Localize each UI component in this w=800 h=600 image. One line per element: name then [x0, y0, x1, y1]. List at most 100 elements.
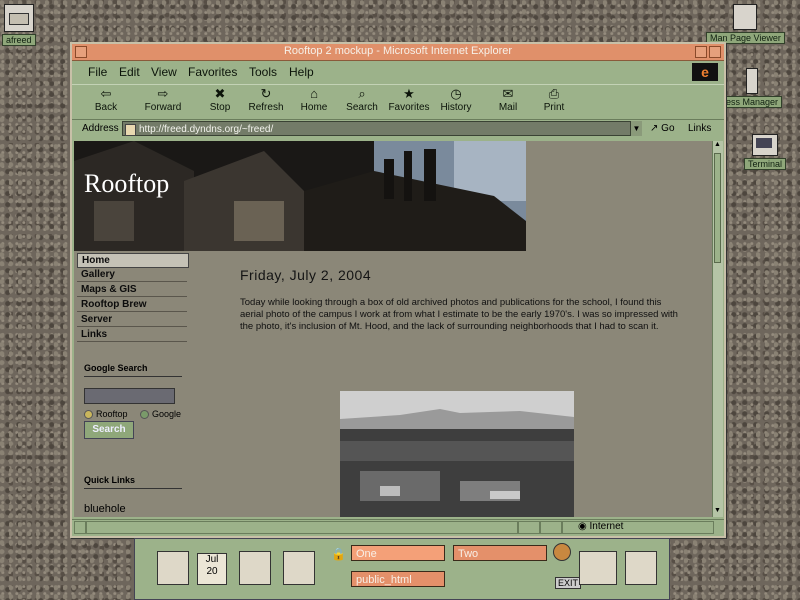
google-search-button[interactable]: Search: [84, 421, 134, 439]
radio-rooftop[interactable]: Rooftop: [84, 409, 128, 420]
radio-google[interactable]: Google: [140, 409, 181, 420]
divider: [84, 488, 182, 489]
post-date-heading: Friday, July 2, 2004: [240, 267, 372, 283]
address-label: Address: [82, 123, 119, 134]
divider: [84, 376, 182, 377]
nav-rooftop-brew[interactable]: Rooftop Brew: [77, 298, 187, 312]
monitor-icon: [733, 4, 758, 30]
terminal-icon: [752, 134, 778, 156]
status-section: [518, 521, 540, 534]
address-input[interactable]: http://freed.dyndns.org/~freed/: [122, 121, 642, 136]
calendar-month: Jul: [205, 554, 219, 565]
nav-maps-gis[interactable]: Maps & GIS: [77, 283, 187, 297]
page-icon: [125, 124, 136, 136]
forward-button[interactable]: ⇨ Forward: [140, 86, 186, 114]
front-panel: Jul 20 🔒 One Two public_html EXIT: [134, 538, 670, 600]
minimize-icon[interactable]: [695, 46, 707, 58]
refresh-button[interactable]: ↻ Refresh: [244, 86, 288, 114]
workspace-one[interactable]: One: [351, 545, 445, 561]
desktop-icon-man-page-viewer[interactable]: Man Page Viewer: [706, 4, 785, 44]
nav-links[interactable]: Links: [77, 328, 187, 342]
desktop-icon-label: afreed: [2, 34, 36, 46]
menu-bar: File Edit View Favorites Tools Help e: [72, 61, 724, 83]
nav-gallery[interactable]: Gallery: [77, 268, 187, 282]
gauge-icon: [746, 68, 759, 94]
exit-button[interactable]: EXIT: [555, 577, 582, 589]
status-bar: ◉ Internet: [72, 519, 724, 534]
desktop-icon-process-manager[interactable]: ess Manager: [722, 68, 783, 108]
lock-icon[interactable]: 🔒: [331, 547, 346, 561]
post-body-text: Today while looking through a box of old…: [240, 297, 678, 332]
desktop-icon-home-folder[interactable]: afreed: [2, 4, 36, 46]
quick-links-heading: Quick Links: [84, 475, 136, 485]
print-icon: ⎙: [548, 86, 560, 101]
ie-logo-icon: e: [692, 63, 718, 81]
help-icon[interactable]: [625, 551, 657, 585]
vertical-scrollbar[interactable]: ▲ ▼: [712, 141, 723, 517]
calendar-day: 20: [206, 566, 218, 577]
aerial-campus-photo: [340, 391, 574, 517]
file-manager-icon[interactable]: [239, 551, 271, 585]
menu-file[interactable]: File: [88, 65, 107, 79]
stop-icon: ✖: [214, 86, 226, 101]
refresh-icon: ↻: [260, 86, 272, 101]
letter-icon[interactable]: [157, 551, 189, 585]
scroll-up-icon[interactable]: ▲: [713, 141, 722, 151]
search-icon: ⌕: [358, 86, 366, 101]
search-button[interactable]: ⌕ Search: [342, 86, 382, 114]
maximize-icon[interactable]: [709, 46, 721, 58]
file-drawer-icon: [3, 4, 34, 32]
back-button[interactable]: ⇦ Back: [86, 86, 126, 114]
google-search-heading: Google Search: [84, 363, 148, 373]
radio-dot-icon: [84, 410, 93, 420]
desktop-icon-terminal[interactable]: Terminal: [744, 134, 787, 170]
text-editor-icon[interactable]: [283, 551, 315, 585]
workspace-public-html[interactable]: public_html: [351, 571, 445, 587]
scroll-down-icon[interactable]: ▼: [713, 507, 722, 517]
nav-home[interactable]: Home: [77, 253, 189, 268]
google-search-input[interactable]: [84, 388, 175, 404]
address-dropdown-icon[interactable]: ▼: [630, 121, 642, 136]
workspace-two[interactable]: Two: [453, 545, 547, 561]
scrollbar-thumb[interactable]: [714, 153, 721, 263]
left-sidebar: Home Gallery Maps & GIS Rooftop Brew Ser…: [74, 251, 192, 517]
quick-link-bluehole[interactable]: bluehole: [84, 503, 126, 515]
menu-edit[interactable]: Edit: [119, 65, 140, 79]
calendar-button[interactable]: Jul 20: [197, 553, 227, 585]
title-bar[interactable]: Rooftop 2 mockup - Microsoft Internet Ex…: [72, 44, 724, 61]
menu-view[interactable]: View: [151, 65, 177, 79]
status-section: [540, 521, 562, 534]
status-page-icon: [74, 521, 86, 534]
status-text-area: [86, 521, 518, 534]
site-title: Rooftop: [84, 169, 170, 198]
favorites-button[interactable]: ★ Favorites: [386, 86, 432, 114]
menu-favorites[interactable]: Favorites: [188, 65, 237, 79]
desktop-icon-label: Terminal: [744, 158, 787, 170]
favorites-icon: ★: [403, 86, 415, 101]
globe-icon: ◉: [578, 521, 587, 532]
forward-arrow-icon: ⇨: [157, 86, 169, 101]
header-banner-image: Rooftop: [74, 141, 526, 251]
mail-icon: ✉: [502, 86, 514, 101]
stop-button[interactable]: ✖ Stop: [200, 86, 240, 114]
home-button[interactable]: ⌂ Home: [294, 86, 334, 114]
menu-tools[interactable]: Tools: [249, 65, 277, 79]
mail-button[interactable]: ✉ Mail: [490, 86, 526, 114]
menu-help[interactable]: Help: [289, 65, 314, 79]
home-icon: ⌂: [310, 86, 318, 101]
nav-server[interactable]: Server: [77, 313, 187, 327]
back-arrow-icon: ⇦: [100, 86, 112, 101]
links-button[interactable]: Links: [688, 123, 711, 134]
globe-icon[interactable]: [553, 543, 571, 561]
toolbar: ⇦ Back ⇨ Forward ✖ Stop ↻ Refresh ⌂ Home…: [72, 84, 724, 120]
print-button[interactable]: ⎙ Print: [536, 86, 572, 114]
desktop-icon-label: ess Manager: [722, 96, 783, 108]
go-button[interactable]: ↗ Go: [650, 123, 675, 134]
history-button[interactable]: ◷ History: [436, 87, 476, 114]
page-viewport[interactable]: Rooftop Home Gallery Maps & GIS Rooftop …: [74, 141, 712, 517]
status-zone: ◉ Internet: [578, 521, 624, 532]
app-manager-icon[interactable]: [579, 551, 617, 585]
main-content: Friday, July 2, 2004 Today while looking…: [192, 251, 712, 517]
window-title: Rooftop 2 mockup - Microsoft Internet Ex…: [283, 45, 513, 57]
browser-window: Rooftop 2 mockup - Microsoft Internet Ex…: [70, 42, 726, 538]
